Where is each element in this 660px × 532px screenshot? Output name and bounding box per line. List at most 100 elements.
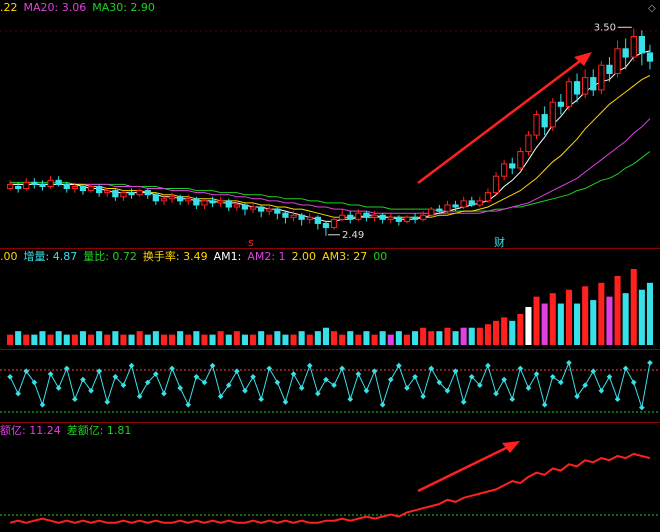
candle xyxy=(379,213,386,224)
volume-bar xyxy=(217,331,224,345)
volume-bar xyxy=(468,327,475,345)
oscillator-point xyxy=(258,396,264,403)
candle xyxy=(233,200,240,212)
candle xyxy=(314,215,321,230)
oscillator-point xyxy=(485,362,491,369)
volume-bar xyxy=(71,334,78,345)
volume-bar xyxy=(420,327,427,345)
candle xyxy=(23,178,30,191)
volume-bar xyxy=(476,327,483,345)
candle xyxy=(630,28,637,62)
volume-bar xyxy=(501,317,508,345)
volume-bar xyxy=(622,293,629,345)
candle xyxy=(484,188,492,203)
volume-bar xyxy=(169,334,176,345)
candlestick-chart[interactable]: 3.50 2.49 s 财 xyxy=(0,0,660,248)
volume-bar xyxy=(428,331,435,345)
money-flow-chart[interactable] xyxy=(0,423,660,532)
candle xyxy=(476,196,483,208)
signal-s-label: s xyxy=(248,236,254,248)
diamond-icon[interactable]: ◇ xyxy=(648,3,656,14)
volume-bar xyxy=(306,334,313,345)
volume-bar xyxy=(266,334,273,345)
candle xyxy=(403,215,411,224)
oscillator-point xyxy=(501,376,507,383)
oscillator-point xyxy=(96,368,102,375)
volume-bar xyxy=(225,334,232,345)
candle xyxy=(582,69,589,99)
volume-bar xyxy=(298,331,305,345)
oscillator-point xyxy=(347,396,354,403)
candle xyxy=(460,196,467,210)
oscillator-point xyxy=(558,379,564,386)
volume-bar xyxy=(379,331,386,345)
candle xyxy=(193,196,200,210)
candle xyxy=(565,77,573,111)
oscillator-point xyxy=(298,385,305,391)
volume-bar xyxy=(614,275,621,345)
volume-bar xyxy=(47,334,54,345)
oscillator-point xyxy=(290,371,297,377)
volume-bar xyxy=(606,296,613,345)
volume-chart[interactable] xyxy=(0,249,660,349)
oscillator-point xyxy=(201,379,208,386)
volume-bar xyxy=(403,334,410,345)
candle xyxy=(55,176,62,187)
oscillator-chart[interactable] xyxy=(0,350,660,422)
volume-bar xyxy=(436,331,443,345)
volume-bar xyxy=(39,331,46,345)
oscillator-point xyxy=(72,396,78,403)
volume-bar xyxy=(79,331,86,345)
volume-bar xyxy=(525,307,532,345)
candle xyxy=(387,213,394,224)
money-panel: 额亿: 11.24 差额亿: 1.81 xyxy=(0,423,660,532)
volume-bar xyxy=(509,320,516,345)
candle xyxy=(638,30,645,66)
oscillator-point xyxy=(541,401,548,408)
volume-bar xyxy=(590,300,597,345)
candle xyxy=(339,209,346,222)
volume-bar xyxy=(193,331,200,345)
candle xyxy=(136,188,143,197)
candle xyxy=(509,157,516,175)
oscillator-point xyxy=(161,390,167,397)
oscillator-point xyxy=(387,376,394,383)
candle xyxy=(420,211,427,222)
oscillator-point xyxy=(460,399,467,405)
volume-bar xyxy=(582,286,589,345)
candle xyxy=(201,198,208,210)
high-price-label: 3.50 xyxy=(594,22,616,33)
volume-bar xyxy=(250,334,257,345)
volume-bar xyxy=(258,331,265,345)
volume-bar xyxy=(177,331,184,345)
candle xyxy=(330,217,338,230)
volume-bar xyxy=(7,334,14,345)
candle xyxy=(436,204,443,214)
candle xyxy=(614,40,621,78)
volume-bar xyxy=(565,289,572,345)
candle xyxy=(112,188,119,201)
volume-bar xyxy=(128,334,135,345)
oscillator-point xyxy=(274,379,281,386)
volume-bar xyxy=(444,327,451,345)
low-price-label: 2.49 xyxy=(342,230,364,241)
oscillator-point xyxy=(517,365,524,372)
volume-bar xyxy=(484,324,491,345)
volume-bar xyxy=(541,303,548,345)
oscillator-point xyxy=(639,404,645,411)
candle xyxy=(6,180,14,191)
candle xyxy=(395,215,402,226)
candle xyxy=(541,106,548,136)
volume-bar xyxy=(274,331,281,345)
candle xyxy=(646,44,654,70)
oscillator-point xyxy=(630,379,637,386)
volume-bar xyxy=(63,334,70,345)
volume-bar xyxy=(646,282,653,345)
candle xyxy=(517,147,524,171)
oscillator-point xyxy=(566,359,572,366)
volume-bar xyxy=(331,331,338,345)
candle xyxy=(347,211,354,224)
candle xyxy=(501,159,508,181)
candle xyxy=(411,213,419,224)
volume-bar xyxy=(112,331,119,345)
